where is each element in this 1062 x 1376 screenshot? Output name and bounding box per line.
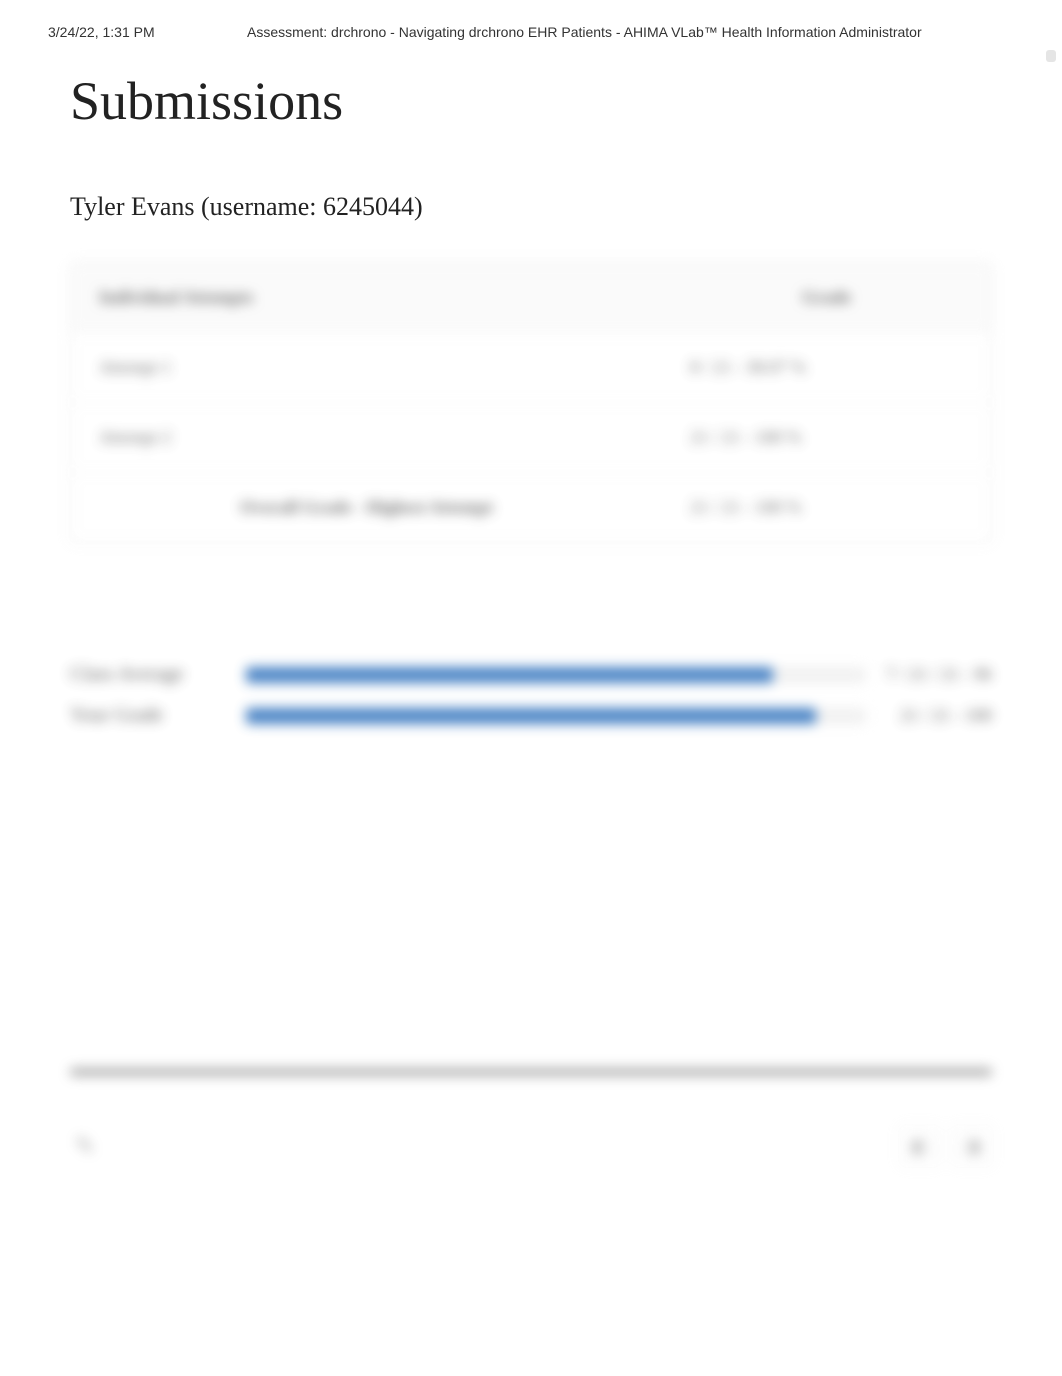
print-header: 3/24/22, 1:31 PM Assessment: drchrono - …	[0, 0, 1062, 40]
nav-next-icon[interactable]: ◨	[952, 1126, 992, 1166]
print-page-title: Assessment: drchrono - Navigating drchro…	[155, 24, 1014, 40]
class-average-bar-fill	[246, 667, 773, 683]
nav-prev-icon[interactable]: ◧	[900, 1126, 940, 1166]
class-average-label: Class Average	[70, 663, 230, 686]
overall-row: Overall Grade - Highest Attempt 21 / 21 …	[71, 473, 991, 542]
footer-divider	[70, 1068, 992, 1076]
class-average-value: 7 / 21 / 21 - 96	[882, 664, 992, 685]
page-title: Submissions	[70, 70, 992, 132]
your-grade-row: Your Grade 21 / 21 - 100	[70, 704, 992, 727]
your-grade-label: Your Grade	[70, 704, 230, 727]
col-header-grade: Grade	[662, 263, 991, 333]
your-grade-bar-fill	[246, 708, 816, 724]
user-info: Tyler Evans (username: 6245044)	[70, 192, 992, 222]
footer-controls: ✎ ◧ ◨	[70, 1126, 992, 1166]
main-content: Submissions Tyler Evans (username: 62450…	[0, 40, 1062, 727]
footer-right-icons: ◧ ◨	[900, 1126, 992, 1166]
table-row[interactable]: Attempt 2 21 / 21 - 100 %	[71, 403, 991, 473]
table-row[interactable]: Attempt 1 8 / 21 - 38.07 %	[71, 333, 991, 403]
class-average-bar-track	[246, 667, 866, 683]
your-grade-value: 21 / 21 - 100	[882, 705, 992, 726]
grade-cell: 21 / 21 - 100 %	[662, 403, 991, 473]
print-timestamp: 3/24/22, 1:31 PM	[48, 24, 155, 40]
class-average-row: Class Average 7 / 21 / 21 - 96	[70, 663, 992, 686]
table-header-row: Individual Attempts Grade	[71, 263, 991, 333]
col-header-attempts: Individual Attempts	[71, 263, 662, 333]
attempts-table-wrapper: Individual Attempts Grade Attempt 1 8 / …	[70, 262, 992, 543]
grades-section: Class Average 7 / 21 / 21 - 96 Your Grad…	[70, 663, 992, 727]
overall-label: Overall Grade - Highest Attempt	[71, 473, 662, 542]
attempt-cell: Attempt 2	[71, 403, 662, 473]
grade-cell: 8 / 21 - 38.07 %	[662, 333, 991, 403]
attempts-table: Individual Attempts Grade Attempt 1 8 / …	[70, 262, 992, 543]
edit-icon[interactable]: ✎	[70, 1131, 100, 1161]
your-grade-bar-track	[246, 708, 866, 724]
attempt-cell: Attempt 1	[71, 333, 662, 403]
footer-area: ✎ ◧ ◨	[70, 1068, 992, 1166]
overall-grade: 21 / 21 - 100 %	[662, 473, 991, 542]
